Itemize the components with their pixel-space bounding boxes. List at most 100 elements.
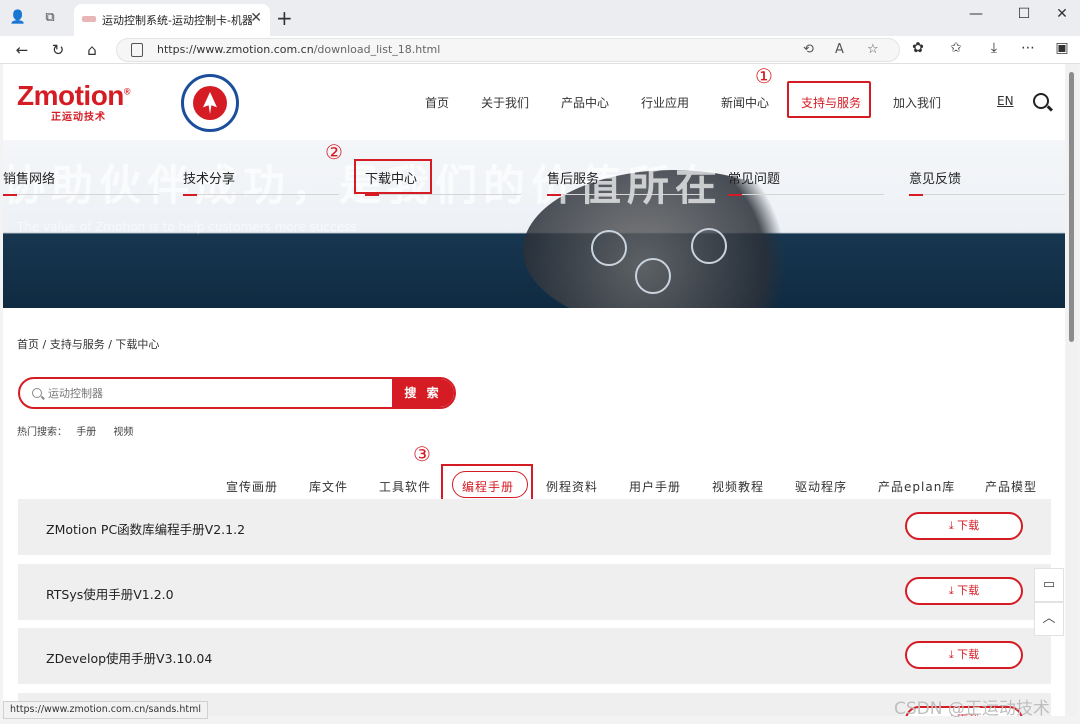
banner-hex-icon bbox=[635, 258, 671, 294]
logo-text: Zmotion bbox=[17, 80, 124, 111]
language-switch[interactable]: EN bbox=[997, 94, 1014, 108]
nav-industry[interactable]: 行业应用 bbox=[641, 94, 689, 111]
download-label: 下载 bbox=[957, 648, 980, 661]
download-name[interactable]: ZDevelop使用手册V3.10.04 bbox=[46, 648, 212, 667]
downloads-icon[interactable]: ⤓ bbox=[984, 40, 1004, 56]
subnav-feedback[interactable]: 意见反馈 bbox=[909, 168, 961, 187]
back-icon[interactable]: ← bbox=[12, 40, 32, 60]
new-tab-button[interactable]: + bbox=[276, 6, 293, 30]
subnav-accent bbox=[3, 194, 17, 196]
subnav-after-sales[interactable]: 售后服务 bbox=[547, 168, 599, 187]
subnav-sales-network[interactable]: 销售网络 bbox=[3, 168, 55, 187]
subnav-divider bbox=[547, 194, 703, 195]
download-label: 下载 bbox=[957, 584, 980, 597]
url-host: https://www.zmotion.com.cn bbox=[157, 43, 314, 56]
tab-close-icon[interactable]: ✕ bbox=[250, 10, 262, 26]
csdn-watermark: CSDN @正运动技术 bbox=[894, 699, 1050, 719]
annotation-1: ① bbox=[755, 64, 773, 88]
hot-search-item[interactable]: 视频 bbox=[113, 427, 133, 438]
minimize-icon[interactable]: — bbox=[966, 6, 986, 22]
banner: 协助伙伴成功，是我们的价值所在 The value of Zmotion is … bbox=[3, 140, 1065, 308]
nav-join[interactable]: 加入我们 bbox=[893, 94, 941, 111]
search-button[interactable]: 搜 索 bbox=[392, 379, 454, 407]
extensions-icon[interactable]: ✿ bbox=[908, 40, 928, 56]
translate-icon[interactable]: ⟲ bbox=[803, 42, 814, 57]
maximize-icon[interactable]: ☐ bbox=[1014, 6, 1034, 22]
favorite-star-icon[interactable]: ☆ bbox=[867, 42, 879, 57]
refresh-icon[interactable]: ↻ bbox=[48, 40, 68, 60]
logo-subtitle: 正运动技术 bbox=[51, 112, 106, 123]
chat-icon[interactable]: ▭ bbox=[1034, 568, 1064, 602]
nav-news[interactable]: 新闻中心 bbox=[721, 94, 769, 111]
tab-title: 运动控制系统-运动控制卡-机器人 bbox=[102, 14, 252, 27]
nav-support[interactable]: 支持与服务 bbox=[801, 94, 861, 111]
download-button[interactable]: ⤓ 下载 bbox=[905, 577, 1023, 605]
hot-search-item[interactable]: 手册 bbox=[76, 427, 96, 438]
category-brochure[interactable]: 宣传画册 bbox=[226, 478, 278, 495]
nav-about[interactable]: 关于我们 bbox=[481, 94, 529, 111]
sidebar-icon[interactable]: ▣ bbox=[1052, 40, 1072, 56]
nav-home[interactable]: 首页 bbox=[425, 94, 449, 111]
category-library[interactable]: 库文件 bbox=[309, 478, 348, 495]
logo-mark: ® bbox=[123, 86, 131, 97]
category-user-manual[interactable]: 用户手册 bbox=[629, 478, 681, 495]
browser-tab[interactable]: 运动控制系统-运动控制卡-机器人 ✕ bbox=[74, 4, 270, 36]
category-tools[interactable]: 工具软件 bbox=[379, 478, 431, 495]
profile-icon[interactable]: 👤 bbox=[8, 8, 28, 28]
download-name[interactable]: ZMotion PC函数库编程手册V2.1.2 bbox=[46, 519, 245, 538]
subnav-divider bbox=[728, 194, 884, 195]
subnav-accent bbox=[909, 194, 923, 196]
badge-emblem bbox=[193, 86, 227, 120]
download-icon: ⤓ bbox=[948, 648, 958, 661]
hot-search-label: 热门搜索： bbox=[17, 427, 67, 438]
subnav-accent bbox=[183, 194, 197, 196]
category-programming-manual[interactable]: 编程手册 bbox=[462, 478, 514, 495]
scrollbar-thumb[interactable] bbox=[1069, 72, 1074, 342]
tab-bar: 👤 ⧉ 运动控制系统-运动控制卡-机器人 ✕ + — ☐ ✕ bbox=[0, 0, 1080, 36]
subnav-divider bbox=[183, 194, 339, 195]
page-scrollbar[interactable] bbox=[1066, 64, 1077, 716]
category-models[interactable]: 产品模型 bbox=[985, 478, 1037, 495]
download-name[interactable]: RTSys使用手册V1.2.0 bbox=[46, 584, 174, 603]
breadcrumb[interactable]: 首页 / 支持与服务 / 下载中心 bbox=[17, 336, 159, 352]
page-viewport: Zmotion® 正运动技术 首页 关于我们 产品中心 行业应用 新闻中心 支持… bbox=[3, 64, 1065, 716]
category-video[interactable]: 视频教程 bbox=[712, 478, 764, 495]
download-button[interactable]: ⤓ 下载 bbox=[905, 641, 1023, 669]
download-icon: ⤓ bbox=[948, 519, 958, 532]
url-path: /download_list_18.html bbox=[313, 43, 441, 56]
search-icon bbox=[32, 388, 42, 398]
lock-icon[interactable] bbox=[131, 43, 143, 57]
download-search: 搜 索 bbox=[18, 377, 456, 409]
subnav-accent bbox=[728, 194, 742, 196]
annotation-3: ③ bbox=[413, 442, 431, 466]
subnav-download-center[interactable]: 下载中心 bbox=[365, 168, 417, 187]
search-input[interactable] bbox=[48, 384, 388, 402]
subnav-divider bbox=[3, 194, 159, 195]
url-text[interactable]: https://www.zmotion.com.cn/download_list… bbox=[157, 43, 440, 56]
url-field[interactable]: https://www.zmotion.com.cn/download_list… bbox=[116, 38, 900, 62]
home-icon[interactable]: ⌂ bbox=[82, 40, 102, 60]
subnav-accent bbox=[547, 194, 561, 196]
read-aloud-icon[interactable]: A bbox=[835, 42, 844, 57]
more-menu-icon[interactable]: ⋯ bbox=[1018, 40, 1038, 56]
nav-products[interactable]: 产品中心 bbox=[561, 94, 609, 111]
category-drivers[interactable]: 驱动程序 bbox=[795, 478, 847, 495]
workspaces-icon[interactable]: ⧉ bbox=[40, 8, 60, 28]
category-eplan[interactable]: 产品eplan库 bbox=[878, 478, 955, 495]
download-icon: ⤓ bbox=[948, 584, 958, 597]
banner-slogan-en: The value of Zmotion is to help customer… bbox=[17, 220, 357, 234]
category-examples[interactable]: 例程资料 bbox=[546, 478, 598, 495]
hot-search: 热门搜索： 手册 视频 bbox=[17, 423, 147, 438]
subnav-accent bbox=[365, 194, 379, 196]
subnav-faq[interactable]: 常见问题 bbox=[728, 168, 780, 187]
site-search-icon[interactable] bbox=[1033, 93, 1049, 109]
download-button[interactable]: ⤓ 下载 bbox=[905, 512, 1023, 540]
favorites-icon[interactable]: ✩ bbox=[946, 40, 966, 56]
subnav-divider bbox=[365, 194, 521, 195]
back-to-top-icon[interactable]: ︿ bbox=[1034, 602, 1064, 636]
subnav-tech-share[interactable]: 技术分享 bbox=[183, 168, 235, 187]
window-close-icon[interactable]: ✕ bbox=[1052, 6, 1072, 22]
banner-hex-icon bbox=[691, 228, 727, 264]
honor-badge-icon bbox=[181, 74, 239, 132]
download-label: 下载 bbox=[957, 519, 980, 532]
